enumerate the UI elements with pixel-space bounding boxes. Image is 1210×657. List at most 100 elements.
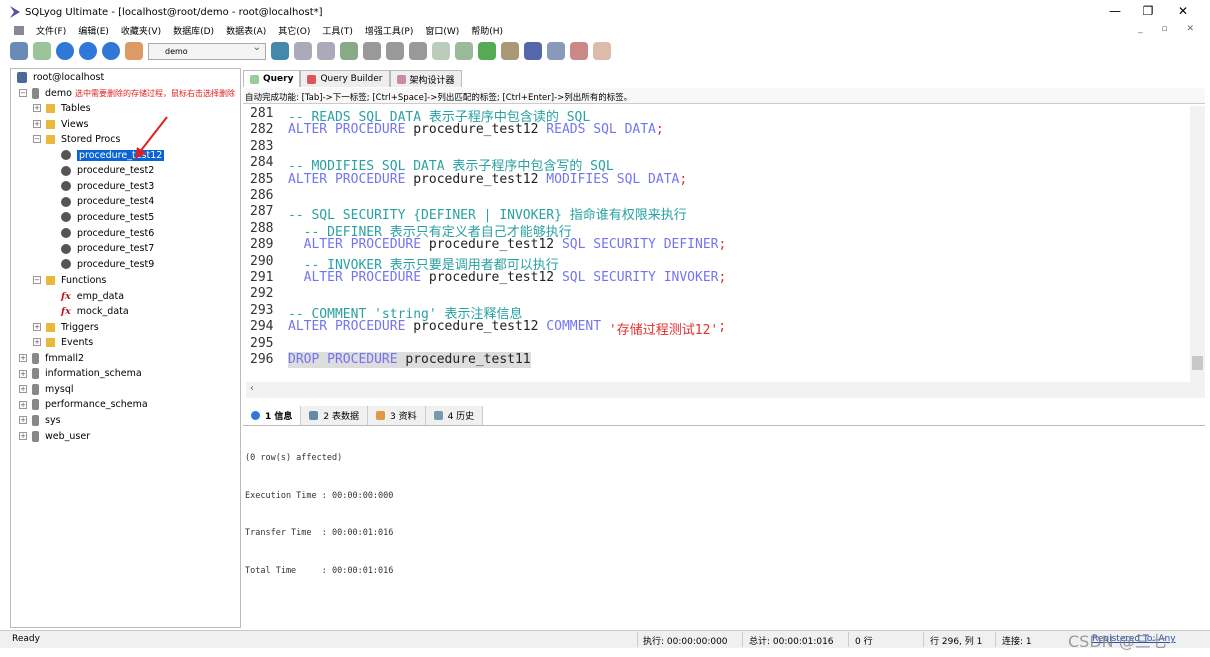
tree-root[interactable]: root@localhost — [17, 69, 104, 85]
calendar-icon[interactable] — [570, 42, 588, 60]
expand-icon[interactable]: + — [19, 416, 27, 425]
query-area: Query Query Builder 架构设计器 自动完成功能: [Tab]-… — [243, 68, 1205, 628]
database-select[interactable]: demo — [148, 42, 266, 60]
menu-help[interactable]: 帮助(H) — [471, 24, 503, 37]
line-number: 284 — [250, 155, 274, 171]
tree-database-item[interactable]: + fmmall2 — [19, 350, 84, 366]
tree-procedure-item[interactable]: procedure_test5 — [61, 209, 154, 225]
tree-database-item[interactable]: + web_user — [19, 428, 90, 444]
tree-database-item[interactable]: + sys — [19, 412, 61, 428]
schema-icon[interactable] — [125, 42, 143, 60]
menu-window[interactable]: 窗口(W) — [425, 24, 459, 37]
expand-icon[interactable]: + — [19, 400, 27, 409]
database-icon — [32, 368, 39, 380]
collapse-icon[interactable]: − — [19, 89, 27, 97]
db-sync-icon[interactable] — [455, 42, 473, 60]
menu-tools[interactable]: 工具(T) — [322, 24, 353, 37]
menu-file[interactable]: 文件(F) — [36, 24, 66, 37]
designer-icon[interactable] — [593, 42, 611, 60]
tab-table-data[interactable]: 2 表数据 — [301, 406, 368, 425]
sql-editor[interactable]: 281 -- READS SQL DATA 表示子程序中包含读的 SQL 282 AL… — [246, 106, 1190, 382]
refresh-icon[interactable] — [102, 42, 120, 60]
tree-procedure-item[interactable]: procedure_test9 — [61, 256, 154, 272]
editor-vertical-scrollbar[interactable] — [1190, 106, 1205, 398]
tree-database-item[interactable]: + performance_schema — [19, 397, 148, 413]
code-token: '存储过程测试12' — [608, 323, 719, 339]
database-icon — [32, 87, 39, 99]
tree-views[interactable]: + Views — [33, 116, 89, 132]
execute-all-icon[interactable] — [79, 42, 97, 60]
tab-history[interactable]: 4 历史 — [425, 406, 484, 425]
menu-others[interactable]: 其它(O) — [278, 24, 310, 37]
menu-database[interactable]: 数据库(D) — [173, 24, 214, 37]
tree-stored-procs[interactable]: − Stored Procs — [33, 131, 120, 147]
collapse-icon[interactable]: − — [33, 135, 41, 143]
folder-icon — [46, 134, 55, 144]
scheduler-icon[interactable] — [524, 42, 542, 60]
title-bar: SQLyog Ultimate - [localhost@root/demo -… — [0, 0, 1210, 24]
import-icon[interactable] — [294, 42, 312, 60]
tree-db-demo[interactable]: − demo 选中需要删除的存储过程，鼠标右击选择删除 — [19, 85, 235, 101]
expand-icon[interactable]: + — [33, 104, 41, 112]
tree-triggers[interactable]: + Triggers — [33, 319, 99, 335]
table-icon[interactable] — [363, 42, 381, 60]
sync-icon[interactable] — [432, 42, 450, 60]
tree-database-item[interactable]: + information_schema — [19, 366, 142, 382]
editor-horizontal-scrollbar[interactable]: ‹ — [246, 382, 1190, 398]
migrate-icon[interactable] — [501, 42, 519, 60]
export-icon[interactable] — [317, 42, 335, 60]
code-token: ; — [718, 237, 727, 253]
code-line: 294 ALTER PROCEDURE procedure_test12 COMM… — [246, 319, 726, 339]
menu-favorites[interactable]: 收藏夹(V) — [121, 24, 161, 37]
database-icon — [32, 352, 39, 364]
tab-info[interactable]: 3 资料 — [368, 406, 426, 425]
menu-edit[interactable]: 编辑(E) — [78, 24, 109, 37]
expand-icon[interactable]: + — [19, 369, 27, 378]
tree-procedure-item[interactable]: procedure_test7 — [61, 241, 154, 257]
tree-procedure-item[interactable]: procedure_test4 — [61, 194, 154, 210]
app-menu-icon[interactable] — [14, 25, 24, 35]
editor-tabs: Query Query Builder 架构设计器 — [243, 70, 462, 87]
tab-query-builder[interactable]: Query Builder — [300, 70, 390, 87]
expand-icon[interactable]: + — [33, 120, 41, 128]
backup-icon[interactable] — [340, 42, 358, 60]
user-icon[interactable] — [271, 42, 289, 60]
tree-tables[interactable]: + Tables — [33, 100, 91, 116]
close-button[interactable]: ✕ — [1168, 4, 1198, 18]
expand-icon[interactable]: + — [33, 338, 41, 346]
tab-schema-designer[interactable]: 架构设计器 — [389, 70, 462, 87]
expand-icon[interactable]: + — [33, 323, 41, 331]
tree-database-item[interactable]: + mysql — [19, 381, 74, 397]
code-line: 291 ALTER PROCEDURE procedure_test12 SQL… — [246, 270, 726, 286]
menu-table[interactable]: 数据表(A) — [226, 24, 266, 37]
maximize-button[interactable]: ❐ — [1133, 4, 1163, 18]
tree-procedure-item[interactable]: procedure_test3 — [61, 178, 154, 194]
connect-icon[interactable] — [10, 42, 28, 60]
expand-icon[interactable]: + — [19, 354, 27, 362]
mdi-window-controls[interactable]: _ ▫ ✕ — [1138, 24, 1202, 34]
minimize-button[interactable]: — — [1100, 4, 1130, 18]
expand-icon[interactable]: + — [19, 385, 27, 394]
menu-powertools[interactable]: 增强工具(P) — [365, 24, 413, 37]
execute-icon[interactable] — [56, 42, 74, 60]
table-edit-icon[interactable] — [386, 42, 404, 60]
tree-functions[interactable]: − Functions — [33, 272, 106, 288]
code-token: DROP PROCEDURE — [288, 352, 406, 368]
expand-icon[interactable]: + — [19, 432, 27, 440]
collapse-icon[interactable]: − — [33, 276, 41, 284]
tree-function-item[interactable]: fx mock_data — [61, 303, 129, 319]
tree-procedure-item[interactable]: procedure_test6 — [61, 225, 154, 241]
table-copy-icon[interactable] — [409, 42, 427, 60]
tree-procedure-item[interactable]: procedure_test2 — [61, 163, 154, 179]
monitor-icon[interactable] — [547, 42, 565, 60]
annotation-arrow — [135, 116, 168, 159]
window-title: SQLyog Ultimate - [localhost@root/demo -… — [25, 6, 323, 18]
line-number: 281 — [250, 106, 274, 121]
tab-query[interactable]: Query — [243, 70, 301, 87]
line-number: 291 — [250, 270, 274, 285]
tree-events[interactable]: + Events — [33, 334, 93, 350]
tab-messages[interactable]: 1 信息 — [243, 406, 302, 425]
new-connection-icon[interactable] — [33, 42, 51, 60]
tree-function-item[interactable]: fx emp_data — [61, 288, 124, 304]
compare-icon[interactable] — [478, 42, 496, 60]
